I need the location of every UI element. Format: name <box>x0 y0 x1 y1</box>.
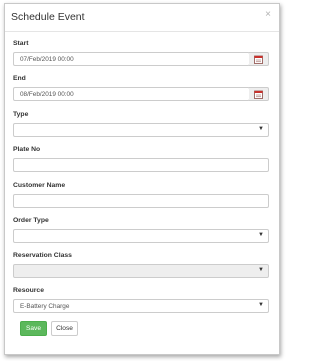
save-button[interactable]: Save <box>20 321 47 336</box>
end-date-input[interactable]: 08/Feb/2019 00:00 <box>13 87 250 101</box>
schedule-event-dialog: Schedule Event × Start 07/Feb/2019 00:00… <box>4 3 280 355</box>
close-icon[interactable]: × <box>265 9 271 20</box>
end-calendar-button[interactable] <box>249 87 269 101</box>
caret-down-icon: ▼ <box>258 267 264 273</box>
plate-no-input[interactable] <box>13 158 269 172</box>
start-label: Start <box>13 40 29 47</box>
caret-down-icon: ▼ <box>258 126 264 132</box>
resource-select[interactable]: E-Battery Charge ▼ <box>13 299 269 313</box>
resource-label: Resource <box>13 287 44 294</box>
type-label: Type <box>13 111 29 118</box>
reservation-class-select[interactable]: ▼ <box>13 264 269 278</box>
end-date-value: 08/Feb/2019 00:00 <box>20 91 74 98</box>
calendar-icon <box>254 90 263 99</box>
start-date-input[interactable]: 07/Feb/2019 00:00 <box>13 52 250 66</box>
start-calendar-button[interactable] <box>249 52 269 66</box>
caret-down-icon: ▼ <box>258 302 264 308</box>
calendar-icon <box>254 55 263 64</box>
customer-name-label: Customer Name <box>13 182 66 189</box>
type-select[interactable]: ▼ <box>13 123 269 137</box>
title-divider <box>5 31 279 32</box>
close-button[interactable]: Close <box>51 321 78 336</box>
order-type-label: Order Type <box>13 217 49 224</box>
start-date-value: 07/Feb/2019 00:00 <box>20 56 74 63</box>
dialog-title: Schedule Event <box>11 11 85 23</box>
order-type-select[interactable]: ▼ <box>13 229 269 243</box>
reservation-class-label: Reservation Class <box>13 252 72 259</box>
plate-no-label: Plate No <box>13 146 41 153</box>
resource-value: E-Battery Charge <box>20 303 70 310</box>
customer-name-input[interactable] <box>13 194 269 208</box>
end-label: End <box>13 75 26 82</box>
caret-down-icon: ▼ <box>258 232 264 238</box>
